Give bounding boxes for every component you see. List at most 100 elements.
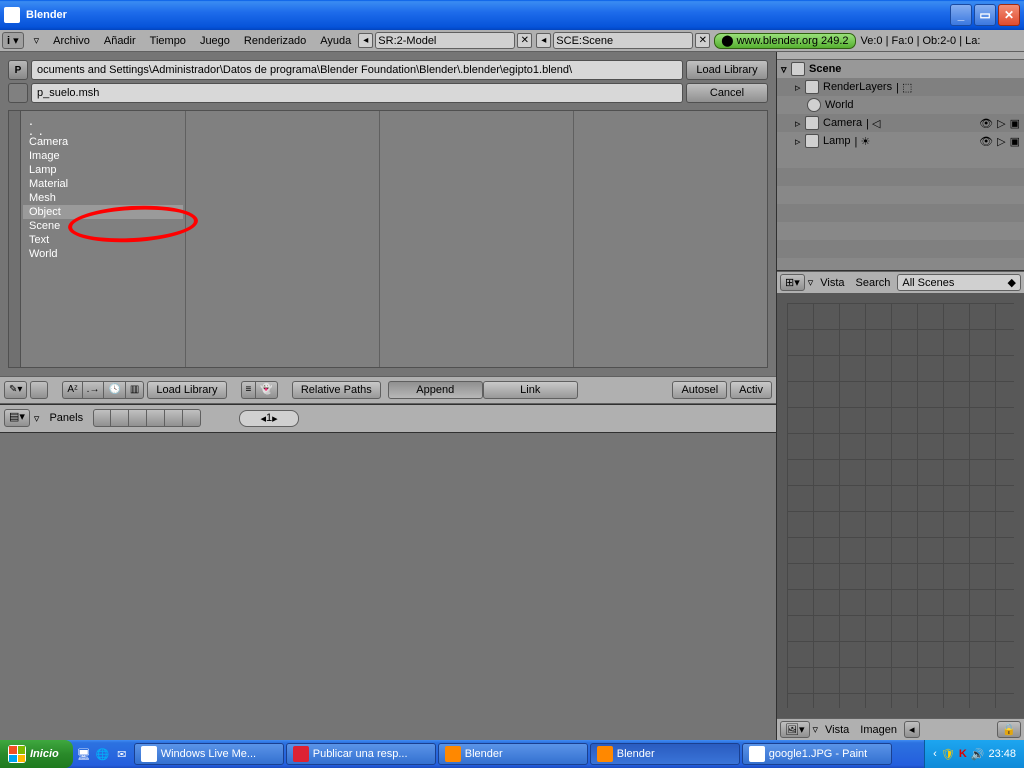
editor-type-icon[interactable]: ✎▾	[4, 381, 27, 399]
frame-number[interactable]: ◂ 1 ▸	[239, 410, 299, 427]
uv-image-browse[interactable]: ◂	[904, 721, 920, 738]
relative-paths-button[interactable]: Relative Paths	[292, 381, 381, 399]
uv-image-editor[interactable]	[777, 293, 1024, 718]
menu-juego[interactable]: Juego	[193, 35, 237, 47]
menu-archivo[interactable]: Archivo	[46, 35, 97, 47]
context-editing-icon[interactable]	[165, 409, 183, 427]
append-button[interactable]: Append	[388, 381, 483, 399]
ql-desktop-icon[interactable]: 🖥	[75, 743, 93, 765]
minimize-button[interactable]: _	[950, 4, 972, 26]
outliner-scene-row[interactable]: ▿ Scene	[777, 60, 1024, 78]
ql-ie-icon[interactable]: 🌐	[94, 743, 112, 765]
start-button[interactable]: Inicio	[0, 740, 73, 768]
list-item[interactable]: Mesh	[23, 191, 183, 205]
menu-renderizado[interactable]: Renderizado	[237, 35, 313, 47]
active-layer-button[interactable]: Activ	[730, 381, 772, 399]
menu-anadir[interactable]: Añadir	[97, 35, 143, 47]
screen-close[interactable]: ✕	[517, 33, 532, 48]
renderlayers-icon	[805, 80, 819, 94]
menu-divider: ▿	[27, 34, 47, 47]
list-item[interactable]: Camera	[23, 135, 183, 149]
sort-time-icon[interactable]: 🕓	[103, 381, 124, 399]
clock[interactable]: 23:48	[988, 748, 1016, 760]
outliner-mode-dropdown[interactable]: All Scenes◆	[897, 274, 1021, 291]
render-icon[interactable]: ▣	[1010, 135, 1020, 148]
outliner-lamp-row[interactable]: ▹ Lamp| ☀ 👁 ▷ ▣	[777, 132, 1024, 150]
task-item[interactable]: Publicar una resp...	[286, 743, 436, 765]
cursor-icon[interactable]: ▷	[997, 135, 1005, 148]
link-button[interactable]: Link	[483, 381, 578, 399]
outliner-menu-arrow[interactable]: ▿	[808, 276, 814, 289]
outliner-editor-icon[interactable]: ⊞▾	[780, 274, 805, 291]
screen-selector[interactable]: SR:2-Model	[375, 32, 515, 49]
sort-alpha-icon[interactable]: Aᶻ	[62, 381, 81, 399]
buttons-editor-icon[interactable]: ▤▾	[4, 409, 30, 427]
uv-lock-icon[interactable]: 🔒	[997, 721, 1021, 738]
short-list-icon[interactable]: ≡	[241, 381, 256, 399]
scene-prev[interactable]: ◂	[536, 33, 551, 48]
display-mode-icon[interactable]	[30, 381, 48, 399]
filename-input[interactable]: p_suelo.msh	[31, 83, 683, 103]
uv-imagen[interactable]: Imagen	[856, 724, 901, 736]
menu-ayuda[interactable]: Ayuda	[313, 35, 358, 47]
task-item-active[interactable]: Blender	[590, 743, 740, 765]
nav-arrows[interactable]	[8, 83, 28, 103]
task-item[interactable]: Windows Live Me...	[134, 743, 284, 765]
maximize-button[interactable]: ▭	[974, 4, 996, 26]
path-input[interactable]: ocuments and Settings\Administrador\Dato…	[31, 60, 683, 80]
cursor-icon[interactable]: ▷	[997, 117, 1005, 130]
uv-editor-icon[interactable]: 🖼▾	[780, 721, 810, 738]
load-library-footer[interactable]: Load Library	[147, 381, 226, 399]
context-scene-icon[interactable]	[183, 409, 201, 427]
context-shading-icon[interactable]	[129, 409, 147, 427]
list-item[interactable]: . .	[23, 125, 183, 135]
sort-ext-icon[interactable]: .→	[82, 381, 104, 399]
cancel-button[interactable]: Cancel	[686, 83, 768, 103]
list-item[interactable]: World	[23, 247, 183, 261]
eye-icon[interactable]: 👁	[979, 135, 993, 148]
context-object-icon[interactable]	[147, 409, 165, 427]
scene-selector[interactable]: SCE:Scene	[553, 32, 693, 49]
tray-network-icon[interactable]: 🔊	[971, 748, 985, 761]
screen-prev[interactable]: ◂	[358, 33, 373, 48]
vscrollbar[interactable]	[9, 111, 21, 367]
outliner-world-row[interactable]: World	[777, 96, 1024, 114]
outliner-camera-row[interactable]: ▹ Camera| ◁ 👁 ▷ ▣	[777, 114, 1024, 132]
context-logic-icon[interactable]	[93, 409, 111, 427]
list-item[interactable]: Image	[23, 149, 183, 163]
list-item-object[interactable]: Object	[23, 205, 183, 219]
render-icon[interactable]: ▣	[1010, 117, 1020, 130]
close-button[interactable]: ✕	[998, 4, 1020, 26]
outliner-renderlayers-row[interactable]: ▹ RenderLayers | ⬚	[777, 78, 1024, 96]
list-item[interactable]: Material	[23, 177, 183, 191]
info-icon[interactable]: i ▾	[2, 32, 24, 49]
panels-dropdown-arrow[interactable]: ▿	[34, 412, 40, 425]
ql-mail-icon[interactable]: ✉	[113, 743, 131, 765]
uv-vista[interactable]: Vista	[821, 724, 853, 736]
blender-url[interactable]: ⬤www.blender.org 249.2	[714, 33, 855, 49]
system-tray[interactable]: ‹ 🛡 K 🔊 23:48	[924, 740, 1024, 768]
outliner-footer: ⊞▾ ▿ Vista Search All Scenes◆	[777, 271, 1024, 293]
outliner-search[interactable]: Search	[852, 277, 895, 289]
list-item[interactable]: .	[23, 115, 183, 125]
hide-dot-icon[interactable]: 👻	[255, 381, 277, 399]
task-item[interactable]: google1.JPG - Paint	[742, 743, 892, 765]
scene-close[interactable]: ✕	[695, 33, 710, 48]
list-item[interactable]: Scene	[23, 219, 183, 233]
menu-tiempo[interactable]: Tiempo	[143, 35, 193, 47]
task-item[interactable]: Blender	[438, 743, 588, 765]
uv-menu-arrow[interactable]: ▿	[813, 723, 819, 736]
list-item[interactable]: Text	[23, 233, 183, 247]
tray-kaspersky-icon[interactable]: K	[959, 748, 967, 760]
eye-icon[interactable]: 👁	[979, 117, 993, 130]
load-library-button[interactable]: Load Library	[686, 60, 768, 80]
autosel-button[interactable]: Autosel	[672, 381, 727, 399]
sort-size-icon[interactable]: ▥	[125, 381, 144, 399]
parent-dir-button[interactable]: P	[8, 60, 28, 80]
outliner-vista[interactable]: Vista	[816, 277, 848, 289]
tray-shield-icon[interactable]: 🛡	[941, 748, 955, 761]
list-item[interactable]: Lamp	[23, 163, 183, 177]
opera-icon	[293, 746, 309, 762]
context-script-icon[interactable]	[111, 409, 129, 427]
tray-expand-icon[interactable]: ‹	[933, 748, 937, 760]
